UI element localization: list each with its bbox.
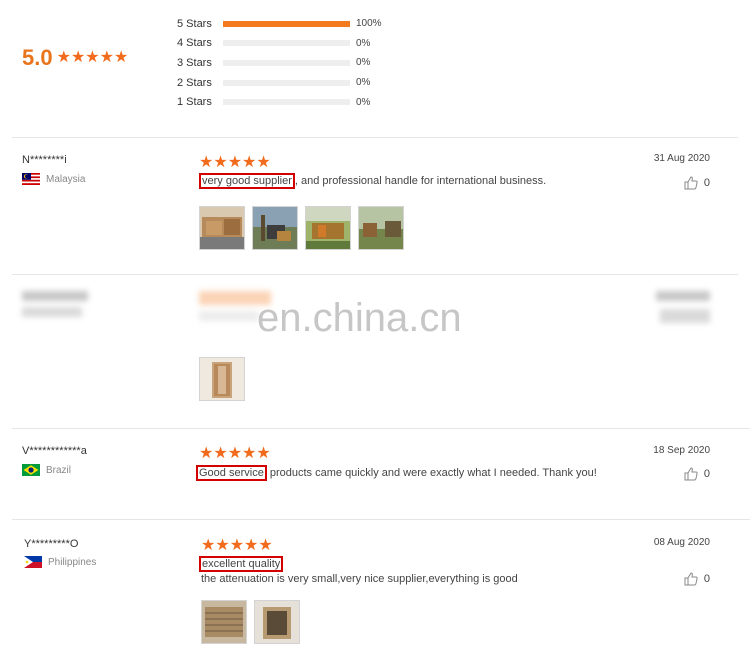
star-icon: ★★★★★ <box>201 537 273 554</box>
review-photos <box>199 357 245 401</box>
distribution-bar <box>223 40 350 47</box>
review-body: products came quickly and were exactly w… <box>266 467 597 479</box>
review-photo[interactable] <box>305 206 351 250</box>
review-stars: ★★★★★ <box>199 445 271 463</box>
review-highlight: very good supplier <box>199 173 295 189</box>
review-stars: ★★★★★ <box>201 537 273 555</box>
distribution-label: 5 Stars <box>177 17 212 30</box>
like-button[interactable]: 0 <box>684 572 710 586</box>
like-count: 0 <box>703 573 710 585</box>
like-count: 0 <box>703 177 710 189</box>
distribution-label: 4 Stars <box>177 37 212 50</box>
review-photo[interactable] <box>199 357 245 401</box>
review-photo[interactable] <box>199 206 245 250</box>
review-text: Good service products came quickly and w… <box>196 465 597 481</box>
review-body: , and professional handle for internatio… <box>294 175 547 187</box>
review-highlight: Good service <box>196 465 267 481</box>
distribution-percent: 0% <box>356 77 371 89</box>
average-rating-value: 5.0 <box>22 45 53 70</box>
reviewer-name: V************a <box>22 445 87 457</box>
review-date-blurred <box>656 291 710 301</box>
star-icon: ★★★★★ <box>56 49 129 66</box>
review-photo[interactable] <box>201 600 247 644</box>
reviewer-country-blurred <box>22 307 82 317</box>
reviewer-country: Malaysia <box>22 173 85 185</box>
watermark: en.china.cn <box>257 296 462 340</box>
country-label: Philippines <box>48 556 97 568</box>
reviewer-country: Brazil <box>22 464 71 476</box>
distribution-row-5[interactable]: 5 Stars 100% <box>177 14 382 34</box>
distribution-bar <box>223 20 350 27</box>
review-date: 31 Aug 2020 <box>653 153 710 164</box>
distribution-label: 1 Stars <box>177 96 212 109</box>
review-highlight: excellent quality <box>199 556 284 572</box>
rating-summary: 5.0 ★★★★★ 5 Stars 100% 4 Stars 0% 3 Star… <box>0 0 750 138</box>
review-photos <box>199 206 404 250</box>
reviewer-name: Y*********O <box>24 538 79 550</box>
reviewer-country: Philippines <box>24 556 96 568</box>
average-rating-stars: ★★★★★ <box>57 49 129 67</box>
malaysia-flag-icon <box>22 173 40 185</box>
review-stars: ★★★★★ <box>199 154 271 172</box>
thumbs-up-icon <box>684 572 698 586</box>
review-item: N********i Malaysia ★★★★★ very good supp… <box>0 138 750 274</box>
thumbs-up-icon <box>684 176 698 190</box>
review-photo[interactable] <box>252 206 298 250</box>
star-icon: ★★★★★ <box>199 154 271 171</box>
philippines-flag-icon <box>24 556 42 568</box>
reviewer-name: N********i <box>22 154 67 166</box>
review-highlight-line: excellent quality <box>199 556 284 572</box>
review-date: 08 Aug 2020 <box>653 537 710 548</box>
star-icon: ★★★★★ <box>199 445 271 462</box>
review-photo[interactable] <box>358 206 404 250</box>
distribution-row-1[interactable]: 1 Stars 0% <box>177 92 382 112</box>
distribution-row-3[interactable]: 3 Stars 0% <box>177 53 382 73</box>
distribution-label: 2 Stars <box>177 76 212 89</box>
distribution-bar <box>223 99 350 106</box>
review-item: V************a Brazil ★★★★★ Good service… <box>0 429 750 519</box>
country-label: Brazil <box>46 464 72 476</box>
distribution-row-4[interactable]: 4 Stars 0% <box>177 34 382 54</box>
like-count: 0 <box>703 468 710 480</box>
average-rating: 5.0 ★★★★★ <box>22 45 128 71</box>
review-body: the attenuation is very small,very nice … <box>201 573 518 585</box>
distribution-percent: 0% <box>356 96 371 108</box>
review-date: 18 Sep 2020 <box>653 445 710 456</box>
review-photo[interactable] <box>254 600 300 644</box>
review-photos <box>201 600 300 644</box>
distribution-row-2[interactable]: 2 Stars 0% <box>177 73 382 93</box>
country-label: Malaysia <box>46 173 86 185</box>
review-text: very good supplier, and professional han… <box>199 173 547 189</box>
like-button-blurred <box>660 309 710 323</box>
thumbs-up-icon <box>684 467 698 481</box>
review-text-blurred <box>199 311 259 321</box>
distribution-label: 3 Stars <box>177 56 212 69</box>
distribution-bar-fill <box>223 20 350 27</box>
distribution-percent: 0% <box>356 57 371 69</box>
like-button[interactable]: 0 <box>684 467 710 481</box>
distribution-bar <box>223 79 350 86</box>
distribution-percent: 100% <box>356 18 382 30</box>
review-item: Y*********O Philippines ★★★★★ excellent … <box>0 520 750 670</box>
distribution-percent: 0% <box>356 37 371 49</box>
rating-distribution: 5 Stars 100% 4 Stars 0% 3 Stars 0% 2 Sta… <box>177 14 382 112</box>
brazil-flag-icon <box>22 464 40 476</box>
distribution-bar <box>223 59 350 66</box>
like-button[interactable]: 0 <box>684 176 710 190</box>
reviewer-name-blurred <box>22 291 88 301</box>
